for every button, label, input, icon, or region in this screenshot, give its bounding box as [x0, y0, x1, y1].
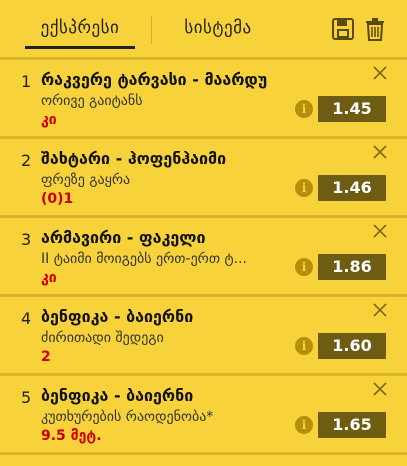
trash-icon[interactable]: [364, 17, 386, 41]
close-icon[interactable]: [373, 303, 387, 317]
close-icon[interactable]: [373, 66, 387, 80]
bet-pick: (0)1: [41, 191, 74, 207]
bet-number: 2: [21, 151, 32, 170]
odds-button[interactable]: 1.86: [318, 254, 386, 280]
bet-title: რაკვერე ტარვასი - მაარდუ: [41, 70, 268, 89]
bet-title: არმავირი - ფაკელი: [41, 228, 206, 247]
odds-button[interactable]: 1.60: [318, 333, 386, 359]
bet-market: ფრეზე გაყრა: [41, 172, 131, 188]
close-icon[interactable]: [373, 145, 387, 159]
info-icon[interactable]: i: [295, 337, 313, 355]
bet-pick: კი: [41, 270, 57, 286]
bet-pick: კი: [41, 112, 57, 128]
bet-item: 4 ბენფიკა - ბაიერნი ძირითადი შედეგი 2 i …: [0, 297, 407, 373]
bet-number: 4: [21, 309, 32, 328]
odds-button[interactable]: 1.45: [318, 96, 386, 122]
bet-item: 5 ბენფიკა - ბაიერნი კუთხურების რაოდენობა…: [0, 376, 407, 452]
odds-button[interactable]: 1.65: [318, 412, 386, 438]
bet-market: კუთხურების რაოდენობა*: [41, 409, 214, 425]
close-icon[interactable]: [373, 382, 387, 396]
bet-item: 1 რაკვერე ტარვასი - მაარდუ ორივე გაიტანს…: [0, 60, 407, 136]
bet-title: ბენფიკა - ბაიერნი: [41, 307, 194, 326]
tab-system[interactable]: სისტემა: [178, 0, 258, 57]
bet-title: შახტარი - ჰოფენჰაიმი: [41, 149, 227, 168]
info-icon[interactable]: i: [295, 100, 313, 118]
bet-market: ორივე გაიტანს: [41, 93, 143, 109]
bet-market: II ტაიმი მოიგებს ერთ-ერთ ტ...: [41, 251, 247, 267]
close-icon[interactable]: [373, 224, 387, 238]
bet-market: ძირითადი შედეგი: [41, 330, 164, 346]
odds-button[interactable]: 1.46: [318, 175, 386, 201]
tab-express[interactable]: ექსპრესი: [25, 0, 135, 57]
bet-number: 5: [21, 388, 32, 407]
item-separator: [0, 452, 407, 455]
bet-title: ბენფიკა - ბაიერნი: [41, 386, 194, 405]
save-icon[interactable]: [332, 17, 354, 41]
info-icon[interactable]: i: [295, 258, 313, 276]
bet-pick: 9.5 მეტ.: [41, 428, 102, 444]
info-icon[interactable]: i: [295, 179, 313, 197]
bet-number: 3: [21, 230, 32, 249]
bet-item: 2 შახტარი - ჰოფენჰაიმი ფრეზე გაყრა (0)1 …: [0, 139, 407, 215]
bet-number: 1: [21, 72, 32, 91]
bet-item: 3 არმავირი - ფაკელი II ტაიმი მოიგებს ერთ…: [0, 218, 407, 294]
bet-slip-header: ექსპრესი სისტემა: [0, 0, 407, 57]
info-icon[interactable]: i: [295, 416, 313, 434]
tab-divider: [151, 16, 152, 44]
bet-pick: 2: [41, 349, 51, 365]
